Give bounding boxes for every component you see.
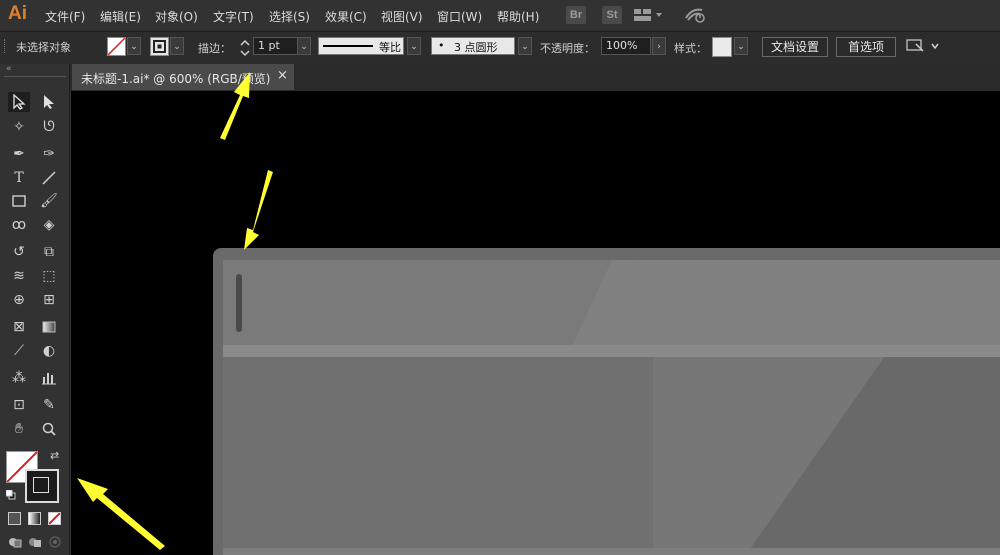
arrow-stroke-weight bbox=[220, 72, 250, 140]
arrow-fill-stroke bbox=[77, 478, 165, 550]
arrow-artboard-corner bbox=[244, 170, 273, 250]
annotation-arrows bbox=[77, 72, 273, 550]
